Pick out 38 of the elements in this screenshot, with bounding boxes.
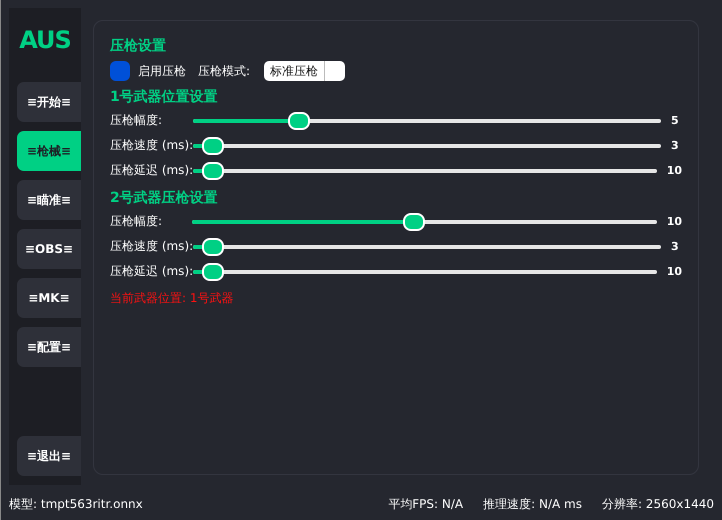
mode-label: 压枪模式: (198, 62, 250, 80)
slider-value: 10 (666, 164, 682, 177)
slider-thumb[interactable] (202, 238, 224, 256)
slider-thumb[interactable] (288, 112, 310, 130)
fps-status: 平均FPS: N/A (388, 496, 464, 512)
nav-button[interactable]: ≡枪械≡ (17, 131, 81, 171)
slider-label: 压枪幅度: (110, 112, 164, 129)
mode-dropdown[interactable]: 标准压枪 (264, 61, 346, 81)
group-title: 1号武器位置设置 (110, 88, 219, 107)
nav-button[interactable]: ≡配置≡ (17, 327, 81, 367)
slider-label: 压枪速度 (ms): (110, 238, 193, 255)
current-weapon-text: 当前武器位置: 1号武器 (110, 290, 234, 307)
model-status: 模型: tmpt563ritr.onnx (9, 496, 144, 512)
section-title: 压枪设置 (110, 37, 167, 56)
nav-button[interactable]: ≡MK≡ (17, 278, 81, 318)
slider-value: 3 (671, 139, 679, 152)
slider-value: 10 (666, 215, 682, 228)
inference-status: 推理速度: N/A ms (483, 496, 582, 512)
slider-label: 压枪延迟 (ms): (110, 162, 193, 179)
exit-button[interactable]: ≡退出≡ (17, 436, 81, 476)
nav-button[interactable]: ≡开始≡ (17, 82, 81, 122)
slider-value: 5 (671, 114, 679, 127)
slider-thumb[interactable] (202, 162, 224, 180)
checkbox-label: 启用压枪 (138, 62, 186, 80)
slider-thumb[interactable] (403, 212, 426, 230)
slider-value: 3 (671, 240, 679, 253)
nav-button[interactable]: ≡瞄准≡ (17, 180, 81, 220)
nav-button[interactable]: ≡OBS≡ (17, 229, 81, 269)
slider-value: 10 (666, 265, 682, 278)
logo: AUS (19, 26, 71, 54)
slider-thumb[interactable] (202, 262, 224, 280)
slider-label: 压枪速度 (ms): (110, 137, 193, 154)
slider-thumb[interactable] (202, 136, 224, 154)
slider-label: 压枪延迟 (ms): (110, 263, 193, 280)
resolution-status: 分辨率: 2560x1440 (602, 496, 714, 512)
group-title: 2号武器压枪设置 (110, 189, 219, 208)
enable-checkbox[interactable] (110, 61, 130, 81)
slider-label: 压枪幅度: (110, 213, 164, 230)
